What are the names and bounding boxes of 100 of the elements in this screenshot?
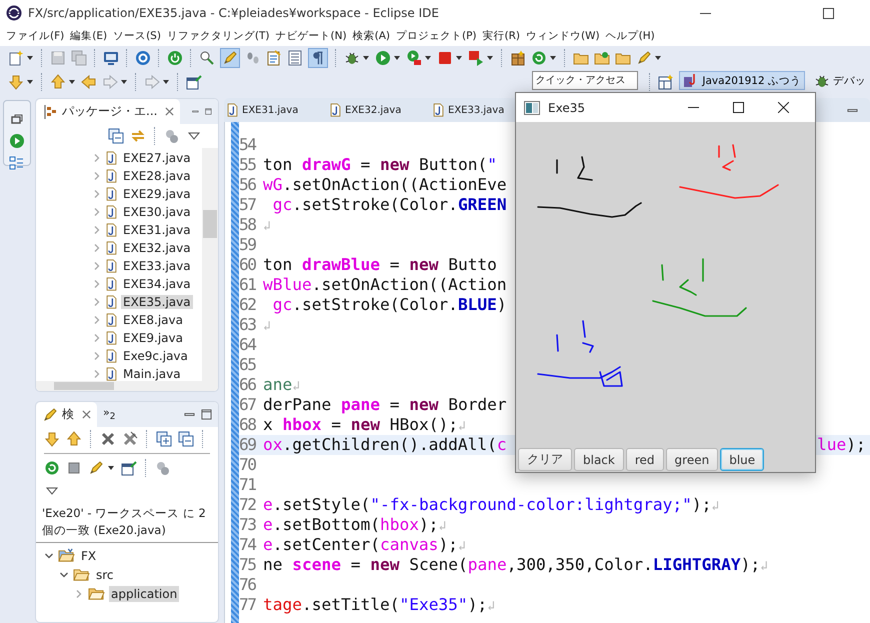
pencil-icon[interactable] [88,460,104,476]
close-icon[interactable] [778,102,789,113]
tree-item[interactable]: FX [79,548,98,564]
scrollbar-thumb[interactable] [54,382,114,390]
color-button[interactable]: black [574,448,624,471]
tree-item[interactable]: EXE32.java [121,241,193,255]
stop-icon[interactable] [437,50,453,66]
java-file-icon [106,331,117,345]
color-button[interactable]: クリア [518,448,572,471]
line-number: 74 [239,535,257,555]
flag-icon[interactable] [468,50,484,66]
package-icon[interactable] [510,50,526,66]
java-file-icon [106,349,117,363]
perspective-button[interactable]: デバッ [810,71,870,90]
new-file-icon[interactable] [8,50,24,66]
tree-item[interactable]: src [94,566,116,582]
tree-item[interactable]: EXE8.java [121,313,185,327]
tree-item[interactable]: Main.java [121,367,183,381]
run-icon[interactable] [406,50,422,66]
folder-icon[interactable] [594,50,610,66]
java-file-icon [106,151,117,165]
menu-item[interactable]: プロジェクト(P) [396,29,477,43]
menu-item[interactable]: ヘルプ(H) [606,29,655,43]
quick-access-field[interactable]: クイック・アクセス [532,70,638,90]
tree-item[interactable]: EXE29.java [121,187,193,201]
list-document-icon[interactable] [287,50,303,66]
project-folder-icon [58,548,75,563]
tree-item[interactable]: EXE28.java [121,169,193,183]
gears-icon[interactable] [164,128,180,144]
link-icon[interactable] [130,128,146,144]
tree-item[interactable]: EXE31.java [121,223,193,237]
perspective-icon[interactable] [658,74,674,90]
collapse-icon[interactable] [108,128,124,144]
java-file-icon [106,295,117,309]
color-button[interactable]: blue [720,448,764,471]
color-button[interactable]: green [666,448,718,471]
layout-icon[interactable] [9,155,25,171]
footprints-icon[interactable] [245,50,261,66]
java-file-icon [106,259,117,273]
chevron-right-icon[interactable] [74,588,84,598]
maximize-icon[interactable] [205,106,212,117]
java-file-icon [433,103,444,117]
java-file-icon [330,103,341,117]
tree-item[interactable]: EXE27.java [121,151,193,165]
gears-icon[interactable] [155,460,171,476]
menu-item[interactable]: ウィンドウ(W) [526,29,600,43]
tree-item[interactable]: EXE33.java [121,259,193,273]
stop-icon[interactable] [66,460,82,476]
scrollbar[interactable] [202,148,218,381]
pin-icon[interactable] [121,460,137,476]
menu-item[interactable]: ソース(S) [113,29,161,43]
code-line: e.setCenter(canvas);↲ [263,535,466,555]
power-icon[interactable] [167,50,183,66]
view-tab[interactable]: パッケージ・エ... [36,99,180,124]
tree-item[interactable]: EXE30.java [121,205,193,219]
view-tab[interactable]: 検 [36,402,97,427]
perspective-button[interactable]: Java201912 ふつう [679,71,805,90]
java-file-icon [106,241,117,255]
more-views-link[interactable]: »$_{2}$ [103,406,116,423]
play-icon[interactable] [9,133,25,149]
delete-all-icon[interactable] [122,431,138,447]
gear-icon[interactable] [135,50,151,66]
color-button[interactable]: red [626,448,664,471]
line-number: 55 [239,155,257,175]
editor-tab[interactable]: EXE31.java [224,98,327,122]
scrollbar-thumb[interactable] [203,210,217,238]
window-title: FX/src/application/EXE35.java - C:¥pleiades¥workspace - Eclipse IDE [28,6,439,20]
menu-item[interactable]: リファクタリング(T) [166,29,270,43]
menu-item[interactable]: ナビゲート(N) [276,29,347,43]
code-line: x hbox = new HBox();↲ [263,415,466,435]
tree-item[interactable]: Exe9c.java [121,349,190,363]
editor-tab[interactable]: EXE32.java [327,98,430,122]
menu-item[interactable]: 実行(R) [482,29,520,43]
bug-icon[interactable] [344,50,360,66]
tree-item[interactable]: EXE9.java [121,331,185,345]
expand-icon[interactable] [156,431,172,447]
menu-item[interactable]: 検索(A) [352,29,390,43]
arrow-down-icon[interactable] [44,431,60,447]
menu-item[interactable]: ファイル(F) [6,29,64,43]
maximize-icon[interactable] [201,409,212,420]
chevron-down-icon[interactable] [59,570,69,580]
chevron-down-icon[interactable] [44,550,54,560]
maximize-icon[interactable] [823,8,834,18]
editor-tab[interactable]: EXE33.java [430,98,504,122]
pin-icon[interactable] [186,74,202,90]
tree-item[interactable]: EXE35.java [121,295,193,309]
tree-item[interactable]: application [109,586,180,602]
arrow-up-icon[interactable] [66,431,82,447]
arrow-left-icon[interactable] [81,74,97,90]
maximize-icon[interactable] [733,102,744,113]
tree-item[interactable]: EXE34.java [121,277,193,291]
collapse-icon[interactable] [178,431,194,447]
scrollbar[interactable] [36,381,218,391]
menu-item[interactable]: 編集(E) [70,29,108,43]
line-number: 66 [239,375,257,395]
monitor-icon[interactable] [103,50,119,66]
document-icon[interactable] [266,50,282,66]
refresh-icon[interactable] [44,460,60,476]
app-logo-icon [6,5,22,21]
delete-icon[interactable] [100,431,116,447]
